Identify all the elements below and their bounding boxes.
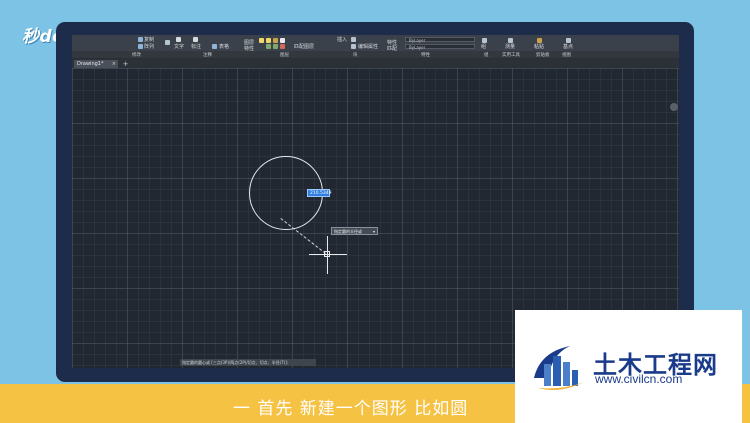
table-button[interactable]: 表格: [219, 44, 229, 50]
layer-bulb-icon[interactable]: [259, 38, 264, 43]
panel-view[interactable]: 视图: [562, 52, 571, 58]
dimension-button[interactable]: 标注: [191, 44, 201, 50]
viewcube-icon[interactable]: [670, 103, 678, 111]
array-button[interactable]: 阵列: [144, 44, 154, 50]
panel-groups[interactable]: 组: [484, 52, 489, 58]
crosshair-pickbox: [324, 251, 330, 257]
edit-attributes-button[interactable]: 编辑属性: [358, 44, 378, 50]
dynamic-input-field[interactable]: 210.5349: [307, 189, 331, 197]
panel-utilities[interactable]: 实用工具: [502, 52, 520, 58]
linetype-dropdown[interactable]: ByLayer: [405, 44, 475, 50]
paste-icon[interactable]: [537, 38, 542, 43]
array-icon[interactable]: [138, 44, 143, 49]
panel-layers[interactable]: 图层: [280, 52, 289, 58]
new-tab-button[interactable]: +: [122, 60, 129, 68]
text-icon[interactable]: [176, 37, 181, 42]
layer-isolate-icon[interactable]: [280, 44, 285, 49]
command-tooltip: 指定圆的半径或 ▾: [331, 227, 378, 235]
rotate-icon[interactable]: [165, 40, 170, 45]
base-button[interactable]: 基点: [563, 44, 573, 50]
watermark-url: www.civilcn.com: [595, 372, 683, 386]
panel-annotation[interactable]: 注释: [203, 52, 212, 58]
insert-button[interactable]: 插入: [337, 37, 347, 43]
tab-drawing1-label: Drawing1*: [77, 61, 104, 67]
layer-freeze-icon[interactable]: [273, 44, 278, 49]
dropdown-arrow-icon[interactable]: ▾: [373, 228, 375, 235]
panel-title-bar: [72, 51, 679, 58]
group-button[interactable]: 组: [481, 44, 486, 50]
panel-properties[interactable]: 特性: [421, 52, 430, 58]
layer-off-icon[interactable]: [266, 44, 271, 49]
base-icon[interactable]: [566, 38, 571, 43]
color-dropdown[interactable]: ByLayer: [405, 37, 475, 43]
panel-modify[interactable]: 修改: [132, 52, 141, 58]
close-icon[interactable]: ×: [112, 60, 116, 68]
group-icon[interactable]: [482, 38, 487, 43]
panel-clipboard[interactable]: 剪贴板: [536, 52, 550, 58]
civilcn-logo-icon: [534, 346, 584, 390]
command-tooltip-text: 指定圆的半径或: [334, 229, 362, 234]
tab-drawing1[interactable]: Drawing1* ×: [74, 60, 118, 68]
dimension-icon[interactable]: [193, 37, 198, 42]
block-icon[interactable]: [351, 37, 356, 42]
layer-lock-icon[interactable]: [273, 38, 278, 43]
command-line[interactable]: 指定圆的圆心或 [三点(3P)/两点(2P)/切点、切点、半径(T)]:: [180, 359, 316, 366]
match-layer-button[interactable]: 匹配图层: [294, 44, 314, 50]
paste-button[interactable]: 粘贴: [534, 44, 544, 50]
panel-block[interactable]: 块: [353, 52, 358, 58]
text-button[interactable]: 文字: [174, 44, 184, 50]
document-tab-bar: Drawing1* × +: [72, 59, 679, 68]
layer-sun-icon[interactable]: [266, 38, 271, 43]
table-icon[interactable]: [212, 44, 217, 49]
copy-button[interactable]: 复制: [144, 37, 154, 43]
layer-color-icon[interactable]: [280, 38, 285, 43]
edit-attributes-icon[interactable]: [351, 44, 356, 49]
measure-button[interactable]: 测量: [505, 44, 515, 50]
ribbon: 复制 阵列 文字 标注 表格 图层特性 匹配图层 插入 编辑属性 特性匹配 By…: [72, 35, 679, 59]
measure-icon[interactable]: [508, 38, 513, 43]
copy-icon[interactable]: [138, 37, 143, 42]
subtitle-text: 一 首先 新建一个图形 比如圆: [233, 399, 469, 419]
